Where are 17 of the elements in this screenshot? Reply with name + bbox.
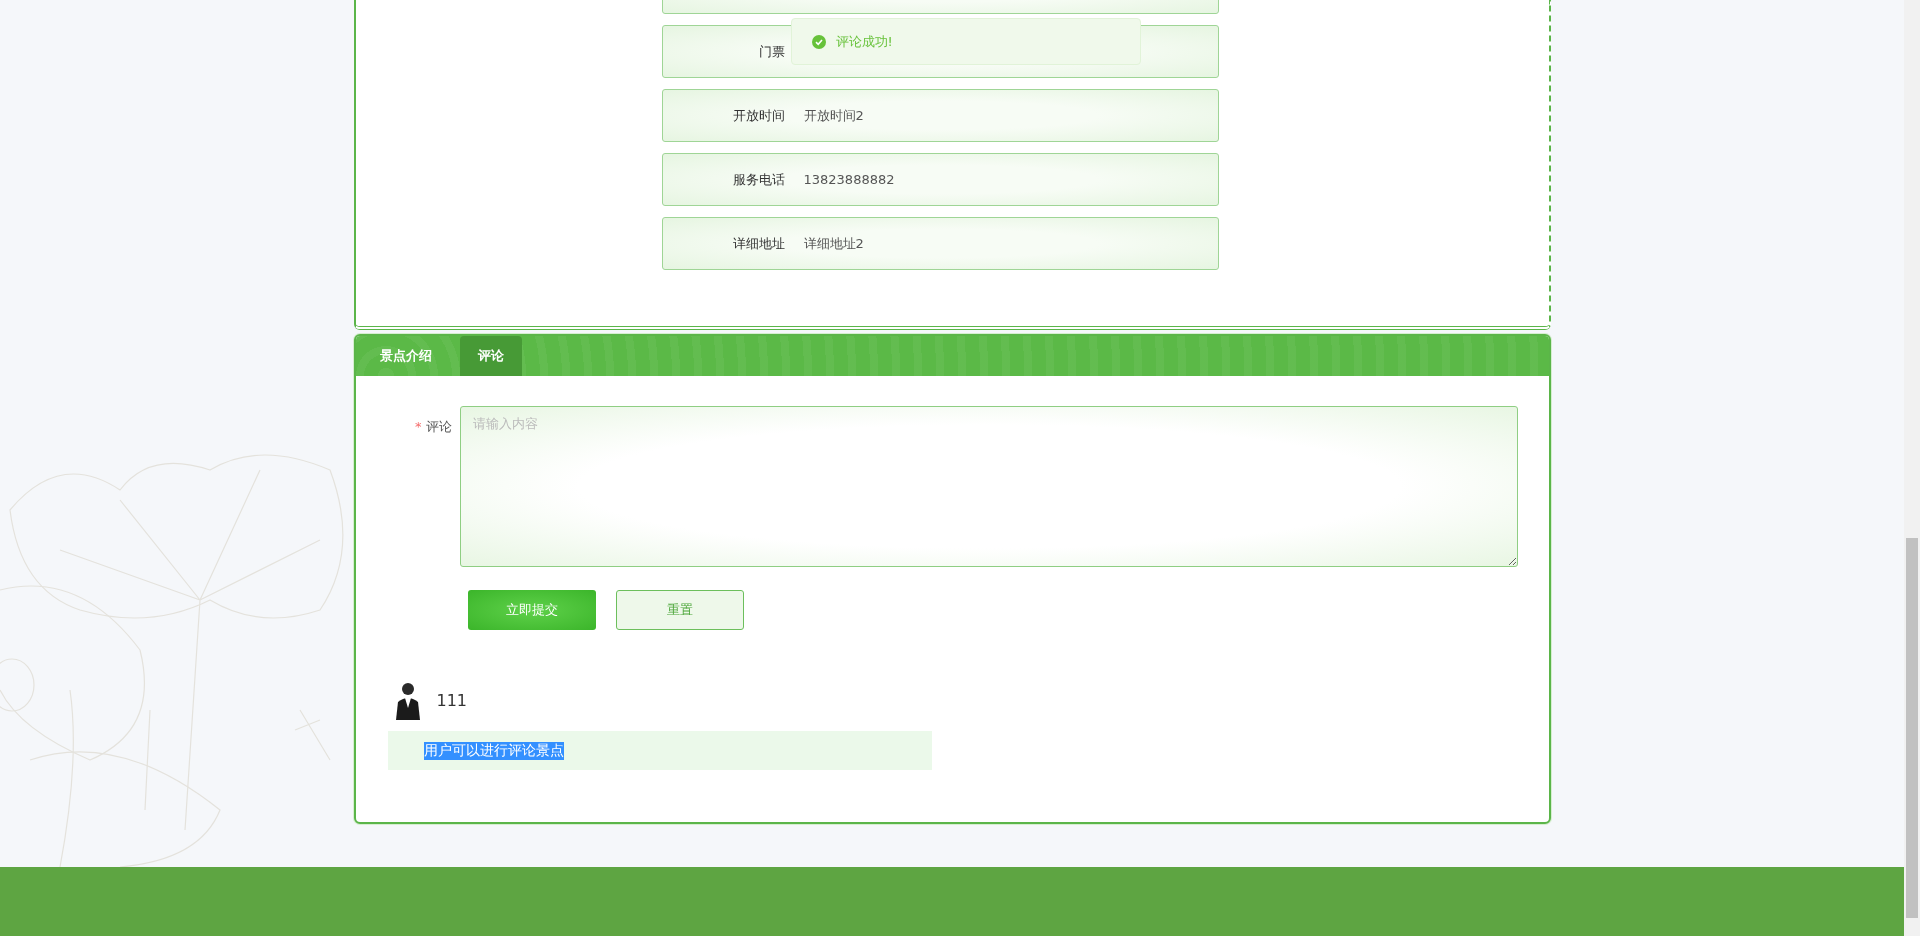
field-label: * 评论: [414, 418, 452, 436]
comment-text: 用户可以进行评论景点: [423, 741, 564, 760]
info-value: 开放时间2: [803, 106, 864, 125]
info-label: 服务电话: [731, 170, 785, 189]
info-value: 详细地址2: [803, 234, 864, 253]
user-name: 111: [436, 690, 468, 710]
tab[interactable]: 景点介绍: [361, 336, 450, 376]
info-label: 开放时间: [731, 106, 785, 125]
check-icon: [811, 34, 826, 49]
info-label: 详细地址: [731, 234, 785, 253]
toast-message: 评论成功!: [835, 32, 893, 51]
scrollbar[interactable]: [1904, 0, 1920, 936]
reset-button[interactable]: 重置: [615, 590, 744, 630]
submit-button[interactable]: 立即提交: [467, 590, 596, 630]
info-label: 门票: [757, 42, 785, 61]
info-value: 13823888882: [803, 172, 895, 187]
tab[interactable]: 评论: [459, 336, 522, 376]
